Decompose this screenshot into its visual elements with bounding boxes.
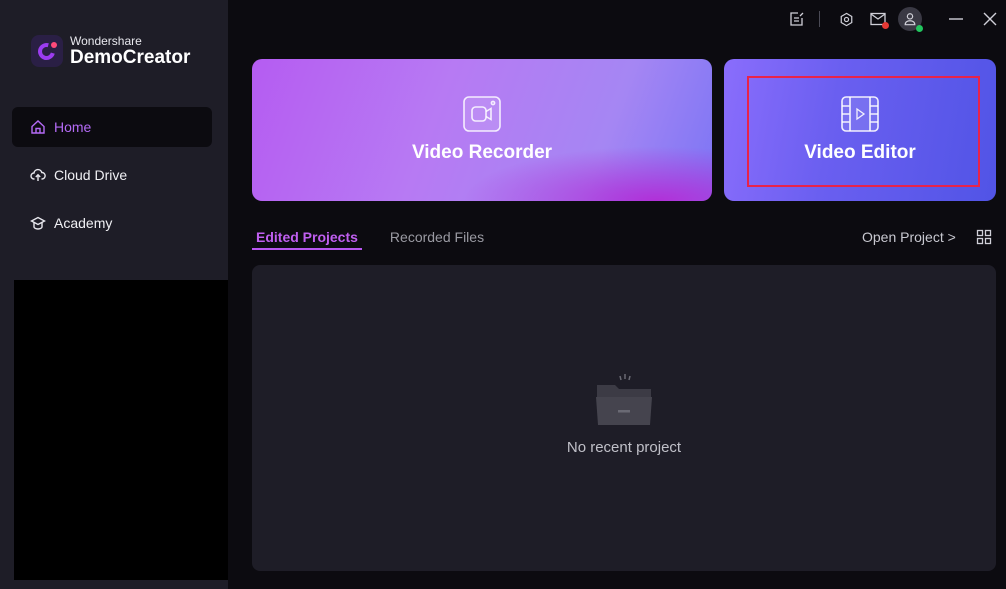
minimize-icon bbox=[949, 18, 963, 20]
open-project-link[interactable]: Open Project > bbox=[862, 229, 956, 245]
projects-panel: No recent project bbox=[252, 265, 996, 571]
graduation-cap-icon bbox=[30, 215, 46, 231]
app-window: Wondershare DemoCreator Home Cloud Drive… bbox=[0, 0, 1006, 589]
sidebar-item-cloud-drive[interactable]: Cloud Drive bbox=[12, 155, 212, 195]
project-tabs: Edited Projects Recorded Files bbox=[252, 229, 512, 250]
sidebar-item-label: Cloud Drive bbox=[54, 167, 128, 183]
mail-badge bbox=[882, 22, 889, 29]
brand-company: Wondershare bbox=[70, 34, 142, 48]
sidebar-item-home[interactable]: Home bbox=[12, 107, 212, 147]
folder-icon bbox=[596, 374, 652, 425]
tab-recorded-files[interactable]: Recorded Files bbox=[386, 229, 488, 250]
divider bbox=[819, 11, 820, 27]
sidebar-item-label: Academy bbox=[54, 215, 113, 231]
minimize-button[interactable] bbox=[944, 7, 968, 31]
sidebar-item-label: Home bbox=[54, 119, 92, 135]
video-editor-card[interactable]: Video Editor bbox=[724, 59, 996, 201]
logo: Wondershare DemoCreator bbox=[31, 35, 190, 67]
settings-button[interactable] bbox=[834, 7, 858, 31]
empty-state-text: No recent project bbox=[566, 439, 682, 456]
feedback-button[interactable] bbox=[785, 7, 809, 31]
feedback-icon bbox=[790, 12, 804, 26]
sidebar: Wondershare DemoCreator Home Cloud Drive… bbox=[0, 0, 228, 589]
film-icon bbox=[841, 96, 879, 132]
video-recorder-label: Video Recorder bbox=[411, 142, 553, 163]
logo-icon bbox=[31, 35, 63, 67]
tab-edited-projects[interactable]: Edited Projects bbox=[252, 229, 362, 250]
grid-view-icon[interactable] bbox=[976, 229, 992, 245]
camera-icon bbox=[463, 96, 501, 132]
video-editor-label: Video Editor bbox=[804, 142, 916, 163]
empty-state: No recent project bbox=[252, 373, 996, 456]
sidebar-item-academy[interactable]: Academy bbox=[12, 203, 212, 243]
video-recorder-card[interactable]: Video Recorder bbox=[252, 59, 712, 201]
cloud-upload-icon bbox=[30, 167, 46, 183]
settings-icon bbox=[840, 12, 852, 26]
preview-panel bbox=[14, 280, 228, 580]
close-button[interactable] bbox=[978, 7, 1002, 31]
avatar-icon bbox=[904, 13, 916, 26]
brand-product: DemoCreator bbox=[70, 47, 191, 68]
title-bar bbox=[785, 0, 1006, 38]
avatar[interactable] bbox=[898, 7, 923, 32]
mail-button[interactable] bbox=[866, 7, 890, 31]
close-icon bbox=[983, 12, 997, 26]
home-icon bbox=[30, 119, 46, 135]
online-status-dot bbox=[916, 25, 923, 32]
